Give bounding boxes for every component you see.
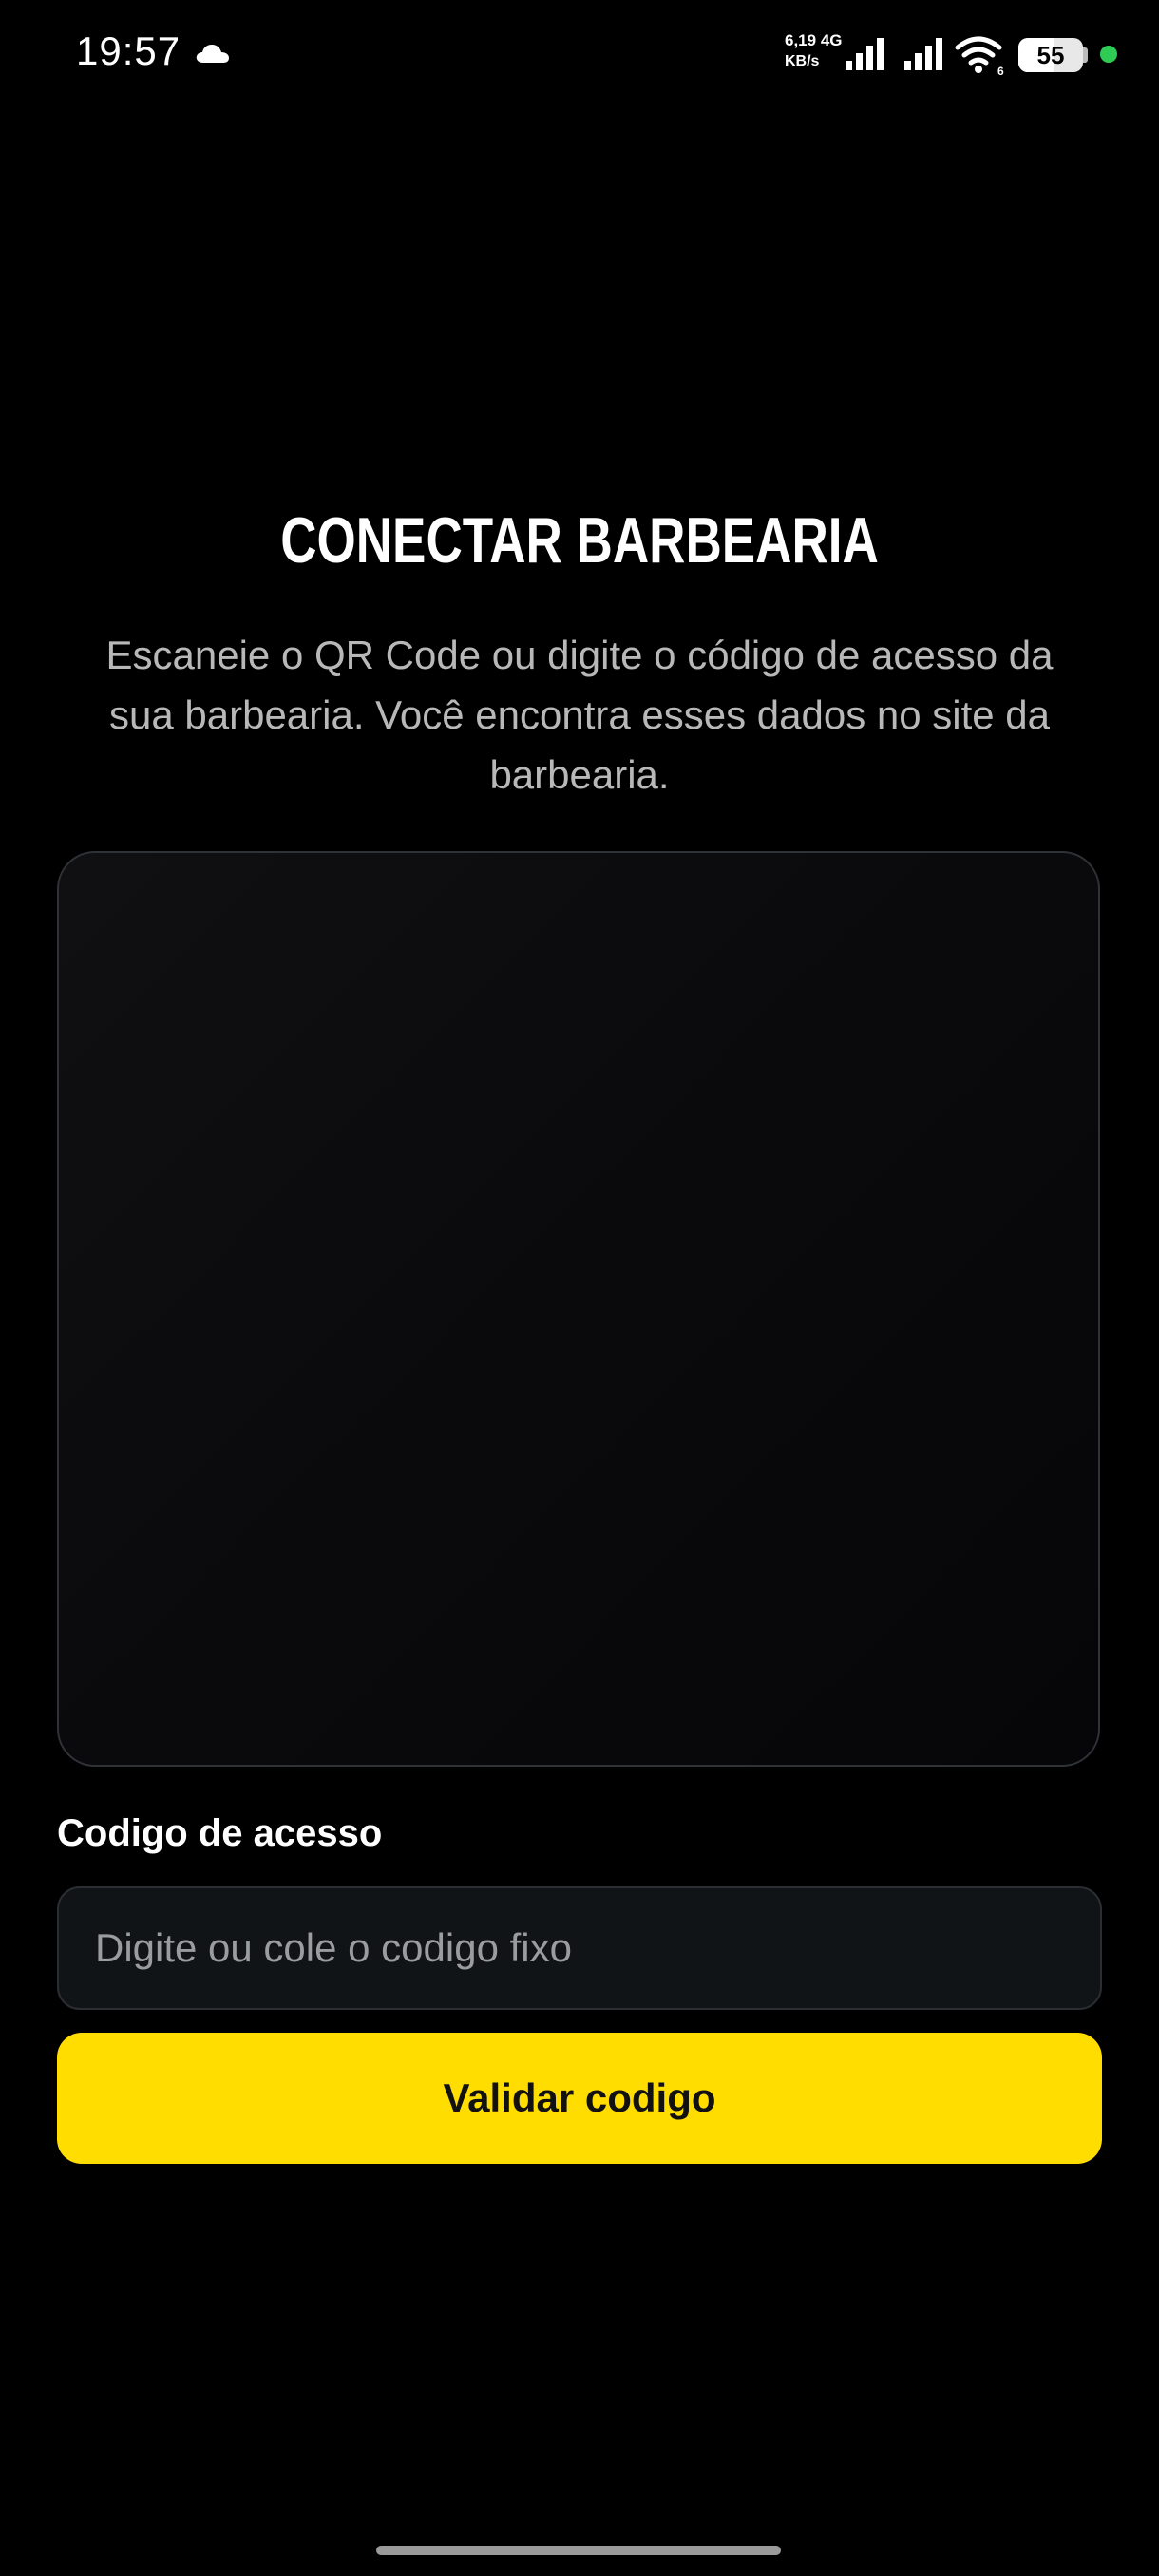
- status-bar: 19:57 6,19 4G KB/s 6 55: [0, 0, 1159, 114]
- status-time: 19:57: [76, 28, 181, 73]
- home-indicator[interactable]: [376, 2546, 781, 2555]
- signal-icon-2: [904, 38, 942, 70]
- net-speed-unit: KB/s: [785, 53, 820, 69]
- battery-percent: 55: [1036, 41, 1065, 69]
- net-speed-value: 6,19: [785, 31, 817, 49]
- access-code-input[interactable]: [57, 1886, 1102, 2010]
- network-speed: 6,19 4G KB/s: [785, 30, 851, 72]
- privacy-indicator-dot: [1100, 46, 1117, 63]
- page-subtitle: Escaneie o QR Code ou digite o código de…: [105, 633, 1054, 797]
- net-type: 4G: [820, 31, 843, 49]
- qr-scanner-view[interactable]: [57, 851, 1100, 1767]
- validate-code-button[interactable]: Validar codigo: [57, 2033, 1102, 2164]
- signal-icon: [846, 38, 884, 70]
- wifi-icon: 6: [955, 36, 1004, 76]
- battery-icon: 55: [1018, 38, 1083, 72]
- wifi-badge: 6: [998, 65, 1004, 76]
- code-label: Codigo de acesso: [57, 1812, 383, 1854]
- cloud-icon: [196, 45, 229, 63]
- battery-cap: [1083, 47, 1088, 63]
- page-title: CONECTAR BARBEARIA: [280, 504, 879, 577]
